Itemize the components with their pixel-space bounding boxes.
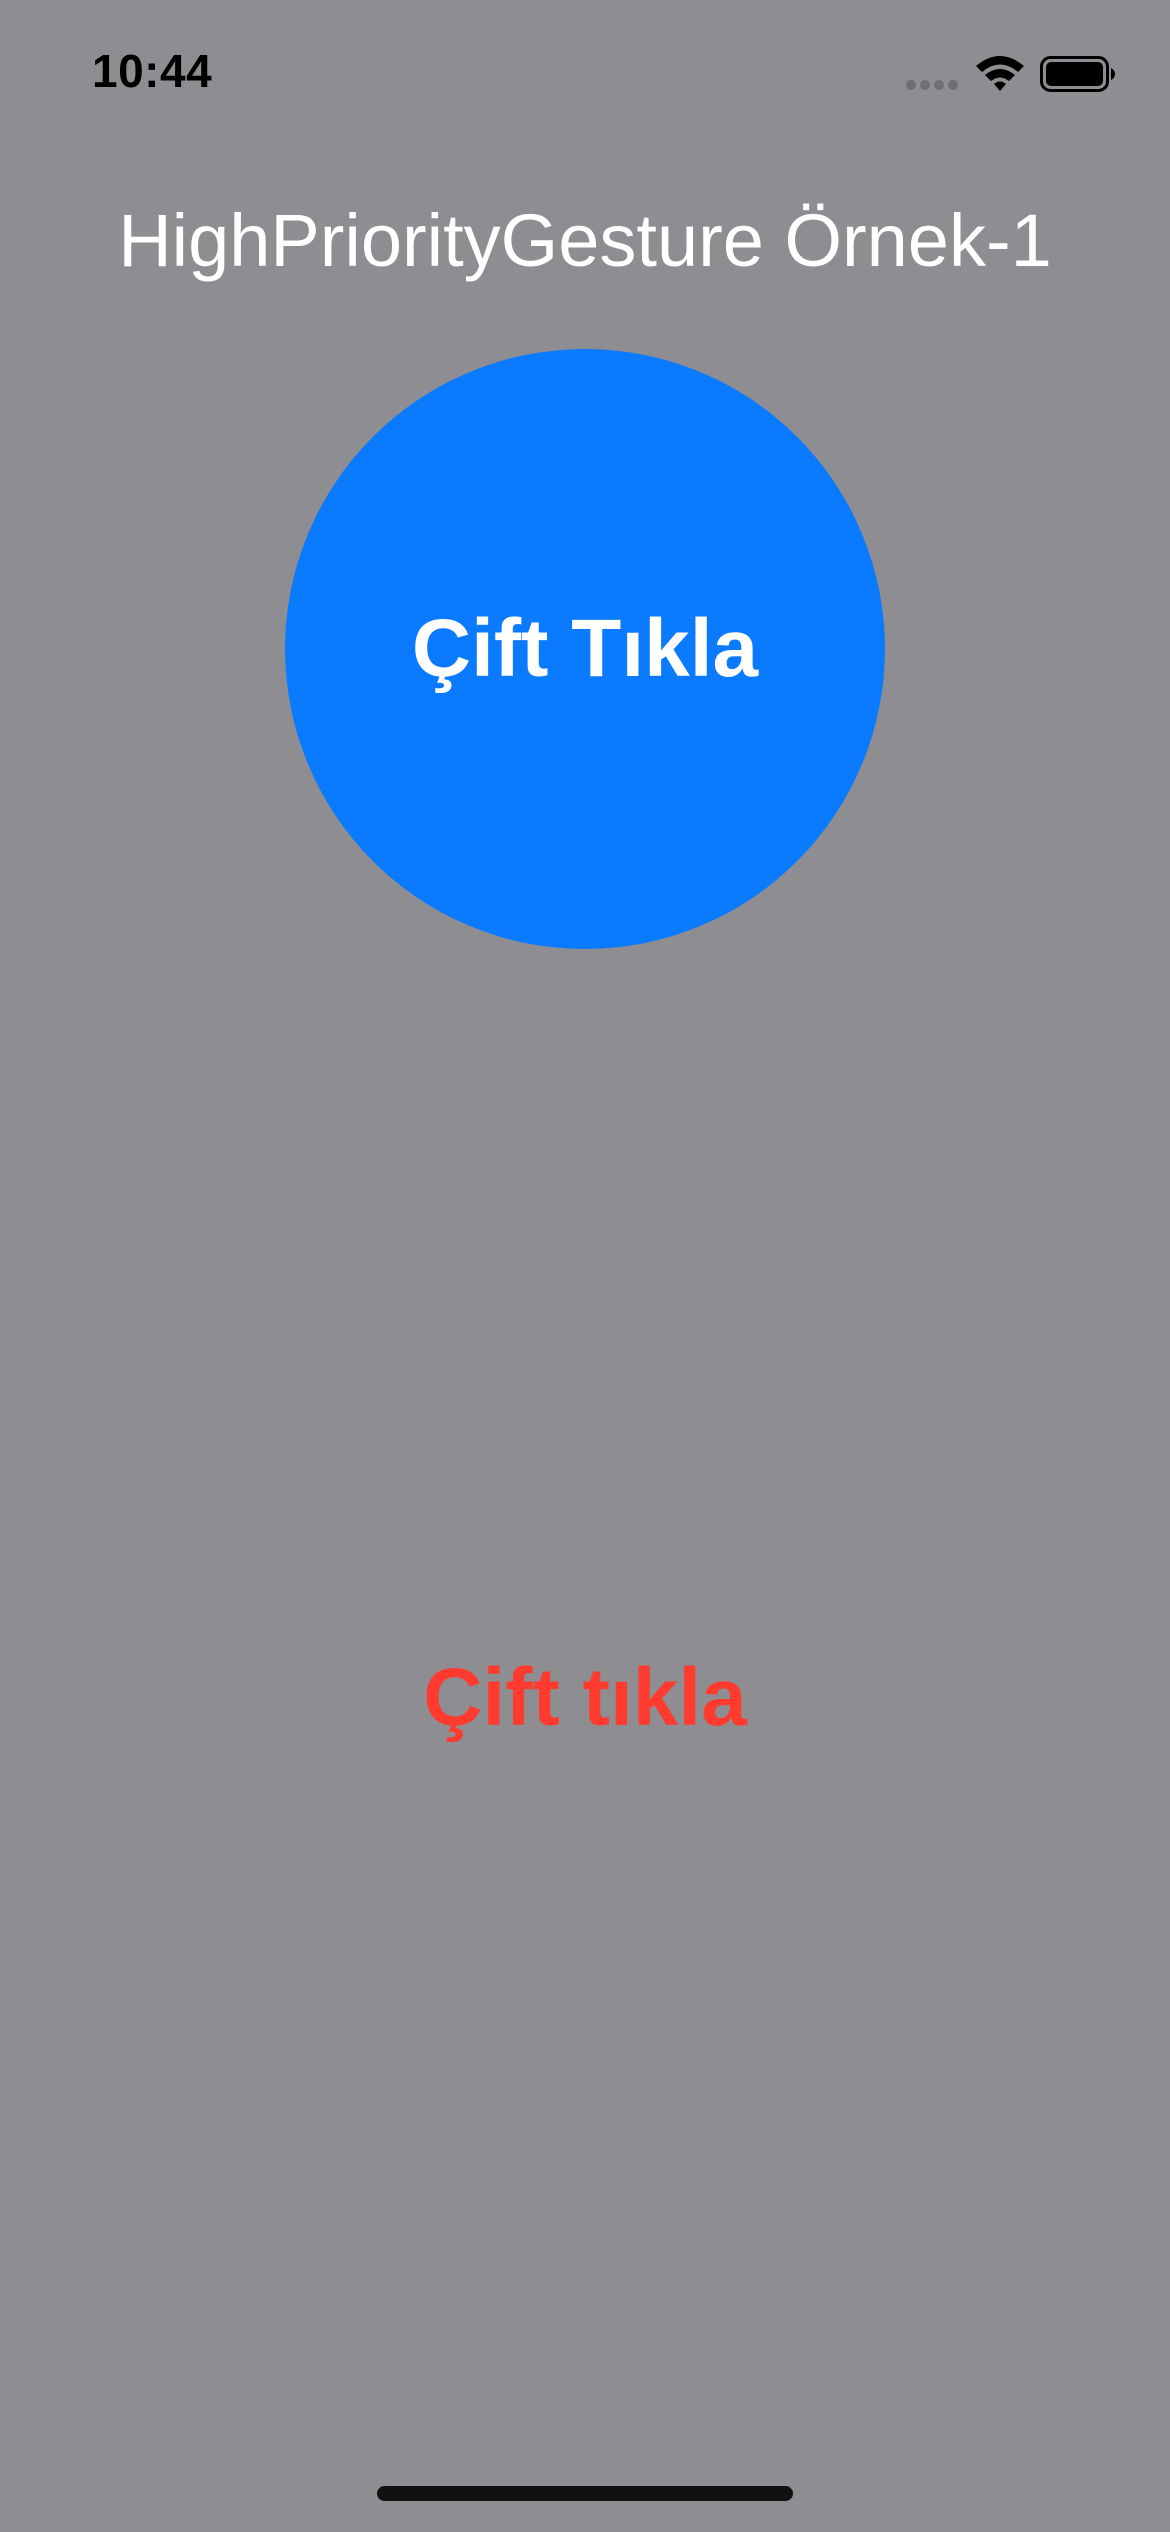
status-time: 10:44 [92, 45, 213, 97]
cellular-signal-icon [906, 80, 960, 90]
page-title: HighPriorityGesture Örnek-1 [118, 199, 1052, 282]
home-indicator[interactable] [377, 2486, 793, 2501]
battery-icon [1040, 56, 1115, 92]
circle-button-label: Çift Tıkla [411, 603, 759, 694]
status-message: Çift tıkla [423, 1652, 747, 1743]
wifi-icon [976, 56, 1024, 91]
status-bar: 10:44 [0, 0, 1170, 150]
double-tap-circle-button[interactable]: Çift Tıkla [285, 349, 885, 949]
